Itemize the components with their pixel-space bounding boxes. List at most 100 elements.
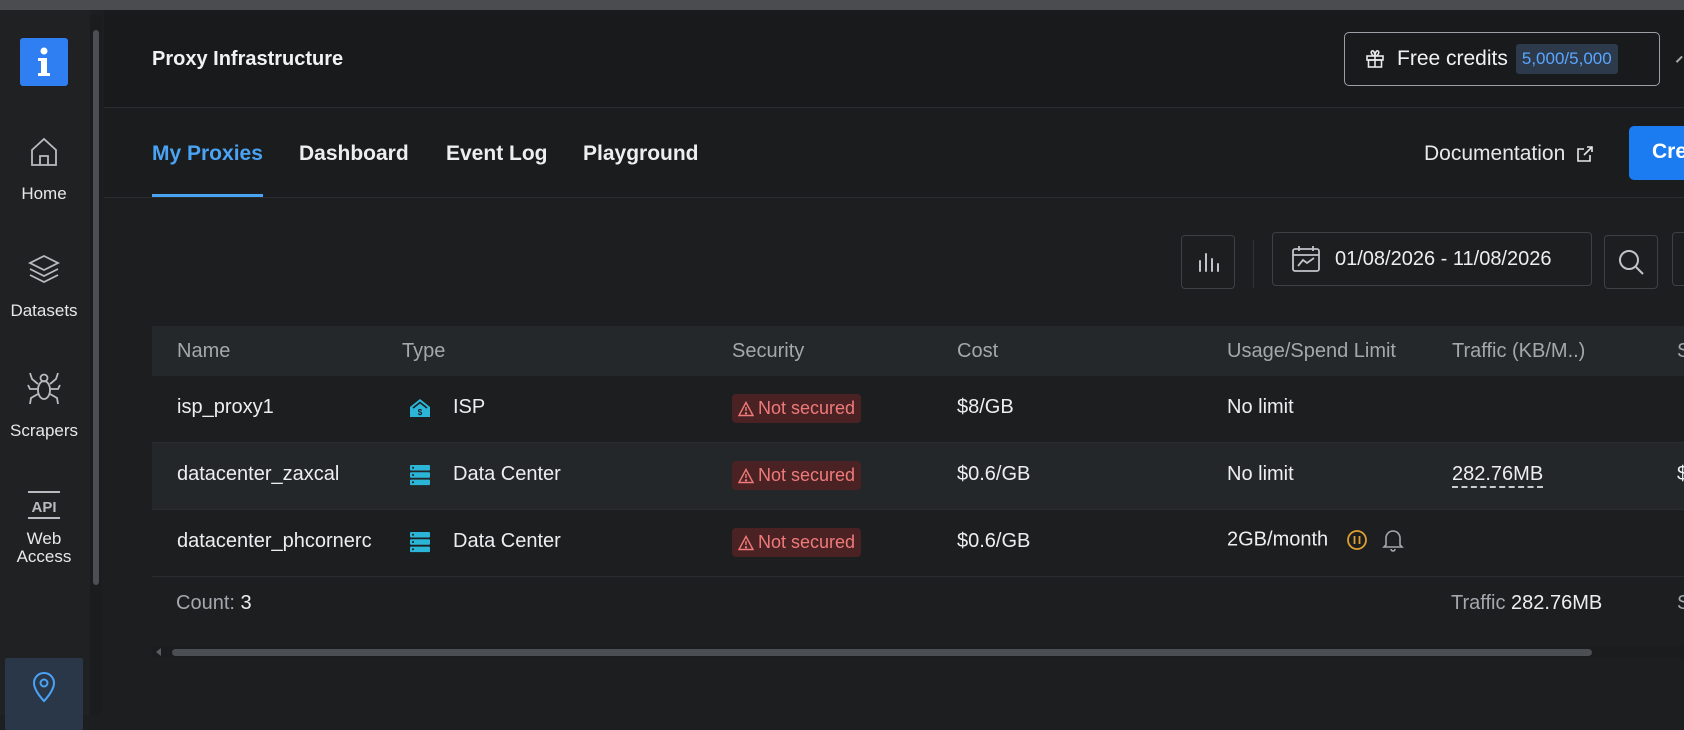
proxy-name[interactable]: datacenter_phcornerc	[177, 530, 382, 553]
free-credits-label: Free credits	[1397, 47, 1508, 70]
sidebar-item-scrapers[interactable]: Scrapers	[0, 370, 88, 440]
proxy-name[interactable]: datacenter_zaxcal	[177, 463, 382, 486]
tabs-bar: My Proxies Dashboard Event Log Playgroun…	[104, 108, 1684, 198]
credits-badge: 5,000/5,000	[1515, 44, 1618, 74]
date-range-value: 01/08/2026 - 11/08/2026	[1335, 247, 1552, 270]
scroll-left-arrow-icon[interactable]	[156, 648, 161, 656]
pause-icon[interactable]	[1346, 529, 1368, 551]
column-header-extra[interactable]: S	[1677, 340, 1684, 363]
column-header-traffic[interactable]: Traffic (KB/M..)	[1452, 340, 1585, 363]
security-label: Not secured	[758, 532, 856, 552]
table-header: Name Type Security Cost Usage/Spend Limi…	[152, 326, 1684, 376]
bell-icon[interactable]	[1381, 528, 1404, 552]
column-header-cost[interactable]: Cost	[957, 340, 998, 363]
api-icon: API	[28, 491, 60, 519]
count-label: Count:	[176, 592, 235, 614]
proxy-cost: $0.6/GB	[957, 463, 1031, 485]
tab-dashboard[interactable]: Dashboard	[299, 142, 409, 166]
page-title: Proxy Infrastructure	[152, 48, 344, 70]
window-top-strip	[0, 0, 1684, 10]
bar-chart-icon	[1199, 253, 1219, 272]
gift-icon	[1366, 50, 1384, 68]
search-icon	[1619, 250, 1644, 275]
sidebar-item-label: Scrapers	[9, 421, 79, 440]
traffic-value[interactable]: 282.76MB	[1452, 463, 1544, 488]
search-button[interactable]	[1604, 235, 1658, 289]
calendar-icon	[1292, 246, 1320, 272]
toolbar-divider	[1253, 240, 1254, 288]
sidebar: Home Datasets Scrapers API Web Access	[0, 10, 90, 730]
sidebar-item-label: Web Access	[16, 529, 72, 566]
proxy-cost: $8/GB	[957, 396, 1014, 418]
proxy-type-label: ISP	[453, 396, 486, 418]
proxy-name[interactable]: isp_proxy1	[177, 396, 382, 419]
proxy-limit: 2GB/month	[1227, 528, 1418, 552]
security-badge[interactable]: Not secured	[732, 394, 862, 423]
documentation-label: Documentation	[1424, 142, 1566, 165]
layers-icon	[27, 254, 61, 284]
proxy-type: $ ISP	[409, 396, 485, 419]
app-logo[interactable]	[20, 38, 68, 86]
filter-button[interactable]	[1672, 232, 1684, 286]
table-scrollbar-thumb[interactable]	[172, 649, 1592, 656]
footer-extra: S	[1677, 592, 1684, 614]
page-header: Proxy Infrastructure Free credits 5,000/…	[104, 10, 1684, 108]
documentation-link[interactable]: Documentation	[1424, 142, 1595, 166]
proxy-limit: No limit	[1227, 396, 1294, 418]
column-header-name[interactable]: Name	[177, 340, 230, 363]
table-row[interactable]: datacenter_zaxcal Data Center Not secure…	[152, 443, 1684, 510]
security-badge[interactable]: Not secured	[732, 461, 862, 490]
sidebar-item-home[interactable]: Home	[0, 135, 88, 203]
table-row[interactable]: isp_proxy1 $ ISP Not secured $8/GB No li…	[152, 376, 1684, 443]
svg-text:API: API	[31, 499, 56, 516]
proxies-table: Name Type Security Cost Usage/Spend Limi…	[152, 326, 1684, 658]
traffic-total-value: 282.76MB	[1511, 592, 1603, 614]
home-icon	[31, 137, 57, 166]
warning-icon	[738, 400, 754, 416]
column-header-type[interactable]: Type	[402, 340, 445, 363]
sidebar-item-label: Datasets	[10, 301, 78, 320]
sidebar-item-label: Home	[21, 184, 67, 203]
proxy-extra: $	[1677, 463, 1684, 485]
server-icon	[410, 464, 430, 485]
tab-playground[interactable]: Playground	[583, 142, 699, 166]
proxy-traffic[interactable]: 282.76MB	[1452, 463, 1544, 488]
isp-house-icon: $	[410, 398, 430, 417]
table-horizontal-scrollbar[interactable]	[152, 646, 1684, 658]
svg-text:$: $	[418, 408, 423, 417]
external-link-icon	[1577, 146, 1594, 162]
proxy-type: Data Center	[409, 463, 561, 486]
column-header-security[interactable]: Security	[732, 340, 804, 363]
spider-icon	[27, 372, 61, 405]
traffic-total-label: Traffic	[1451, 592, 1506, 614]
sidebar-item-datasets[interactable]: Datasets	[0, 252, 88, 320]
warning-icon	[738, 534, 754, 550]
sidebar-item-proxies-icon[interactable]	[0, 670, 88, 704]
security-label: Not secured	[758, 465, 856, 485]
location-pin-icon	[32, 672, 56, 703]
active-tab-indicator	[152, 194, 263, 197]
free-credits-button[interactable]: Free credits 5,000/5,000	[1344, 32, 1660, 86]
count-value: 3	[240, 592, 252, 614]
proxy-limit: No limit	[1227, 463, 1294, 485]
chart-toggle-button[interactable]	[1181, 235, 1235, 289]
security-badge[interactable]: Not secured	[732, 528, 862, 557]
server-icon	[410, 531, 430, 552]
row-count: Count: 3	[176, 592, 252, 615]
proxy-type-label: Data Center	[453, 530, 561, 552]
date-range-picker[interactable]: 01/08/2026 - 11/08/2026	[1272, 232, 1592, 286]
tab-event-log[interactable]: Event Log	[446, 142, 548, 166]
sidebar-scrollbar-thumb[interactable]	[93, 30, 99, 585]
chevron-icon[interactable]	[1675, 55, 1684, 65]
create-button[interactable]: Cre	[1629, 126, 1684, 180]
info-icon	[38, 47, 50, 76]
table-row[interactable]: datacenter_phcornerc Data Center Not sec…	[152, 510, 1684, 577]
limit-value: 2GB/month	[1227, 528, 1329, 551]
warning-icon	[738, 467, 754, 483]
sidebar-item-web-access[interactable]: API Web Access	[0, 488, 88, 566]
column-header-limit[interactable]: Usage/Spend Limit	[1227, 340, 1396, 363]
traffic-total: Traffic 282.76MB	[1451, 592, 1602, 615]
proxy-type-label: Data Center	[453, 463, 561, 485]
tab-my-proxies[interactable]: My Proxies	[152, 142, 263, 166]
table-footer: Count: 3 Traffic 282.76MB S	[152, 576, 1684, 626]
